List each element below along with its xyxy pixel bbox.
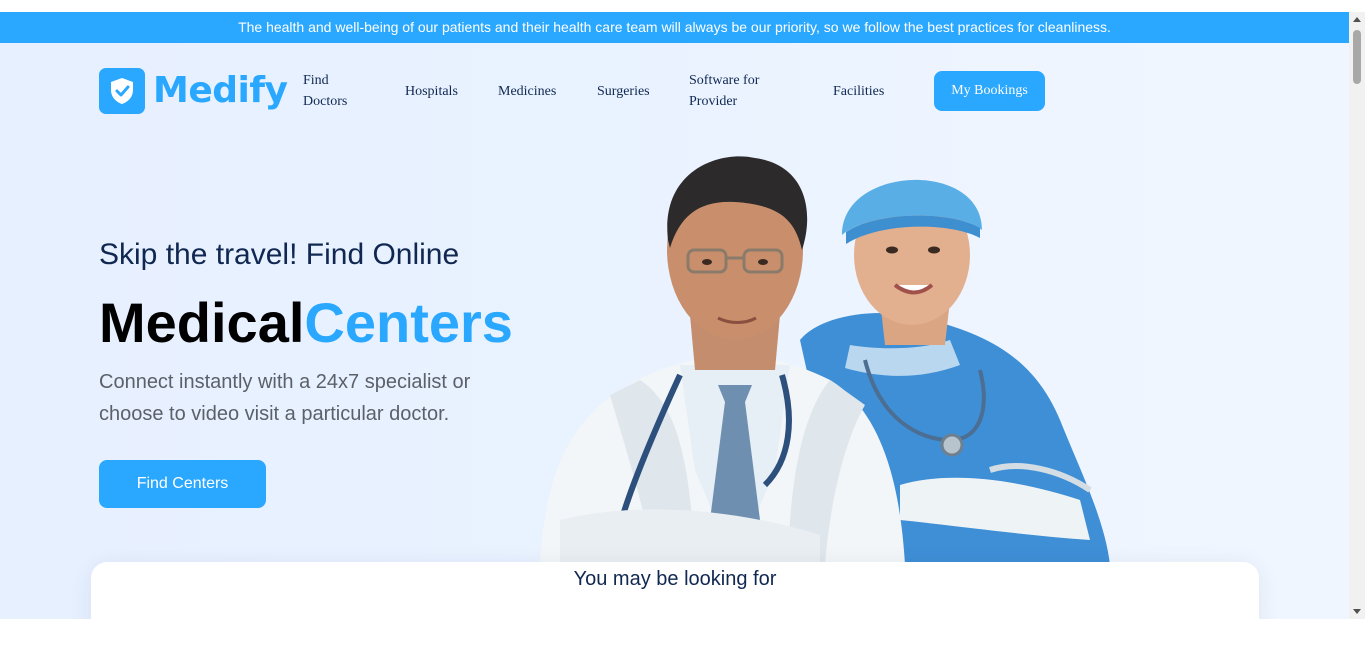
scrollbar-thumb[interactable] <box>1353 30 1361 84</box>
nav-surgeries[interactable]: Surgeries <box>597 81 650 102</box>
scroll-up-arrow-icon[interactable] <box>1353 17 1361 22</box>
logo[interactable]: Medify <box>99 68 288 114</box>
nav-facilities[interactable]: Facilities <box>833 81 884 102</box>
nav-hospitals[interactable]: Hospitals <box>405 81 458 102</box>
hero-subtitle: Skip the travel! Find Online <box>99 238 460 271</box>
hero-title-part1: Medical <box>99 291 305 354</box>
find-centers-button[interactable]: Find Centers <box>99 460 266 508</box>
vertical-scrollbar[interactable] <box>1349 12 1365 619</box>
hero-description: Connect instantly with a 24x7 specialist… <box>99 371 471 425</box>
hero-title: MedicalCenters <box>99 290 513 356</box>
search-card: You may be looking for <box>91 562 1259 619</box>
shield-check-icon <box>99 68 145 114</box>
nav-medicines[interactable]: Medicines <box>498 81 556 102</box>
hero-title-part2: Centers <box>304 291 513 354</box>
top-edge <box>0 0 1349 12</box>
scroll-down-arrow-icon[interactable] <box>1353 609 1361 614</box>
brand-name: Medify <box>153 70 288 111</box>
banner-text: The health and well-being of our patient… <box>238 19 1111 35</box>
nav-find-doctors[interactable]: Find Doctors <box>303 70 347 112</box>
nav-software-for-provider[interactable]: Software for Provider <box>689 70 759 112</box>
my-bookings-button[interactable]: My Bookings <box>934 71 1045 111</box>
doctor-and-nurse-illustration <box>540 156 1110 565</box>
page-viewport: The health and well-being of our patient… <box>0 0 1349 619</box>
search-card-title: You may be looking for <box>573 568 777 590</box>
announcement-banner: The health and well-being of our patient… <box>0 12 1349 43</box>
